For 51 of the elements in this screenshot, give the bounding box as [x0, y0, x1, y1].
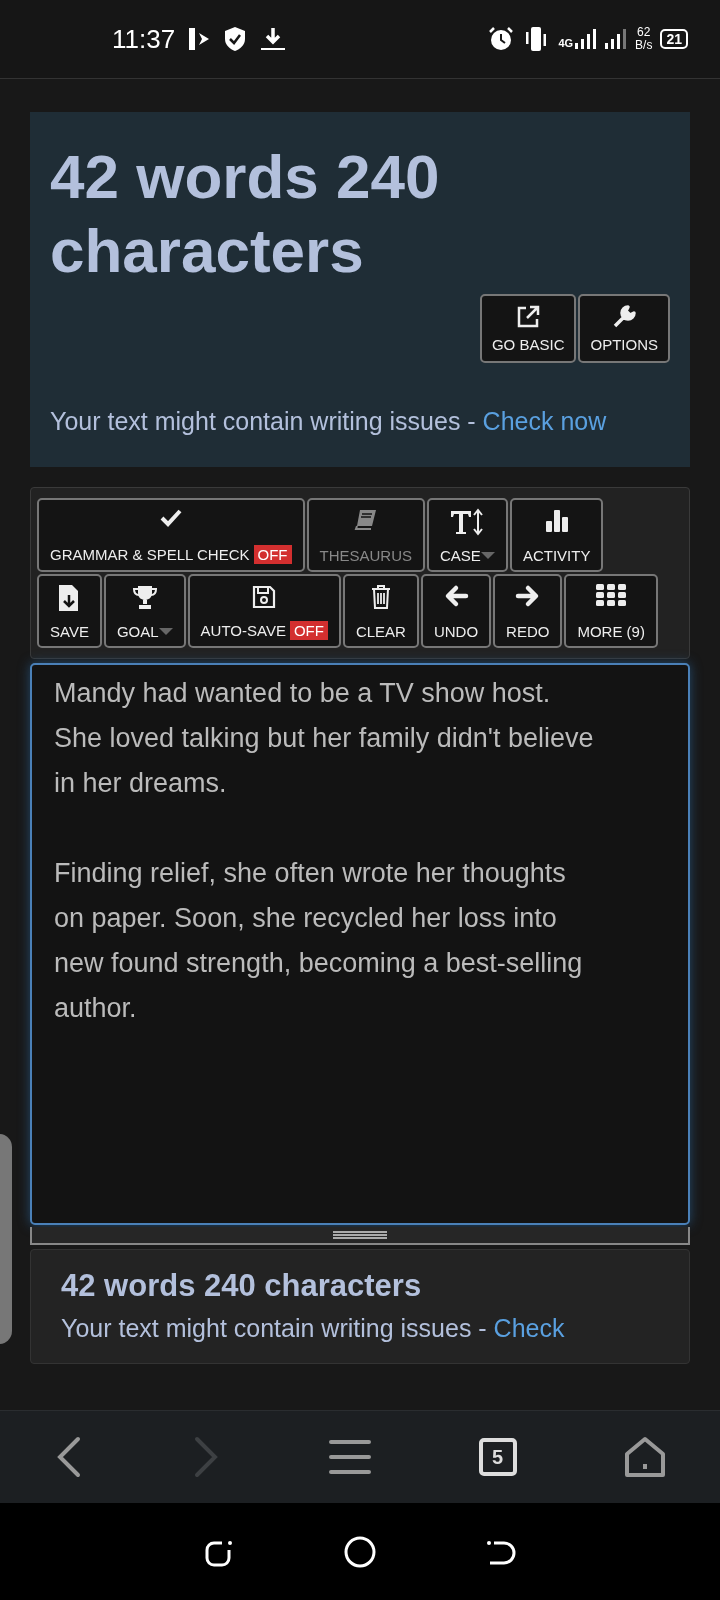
clock-time: 11:37 — [112, 23, 176, 55]
signal-icon — [575, 29, 598, 49]
bar-chart-icon — [543, 508, 570, 532]
menu-button[interactable] — [329, 1439, 371, 1475]
resize-handle[interactable] — [30, 1227, 690, 1245]
header-button[interactable]: GO BASIC — [479, 294, 577, 363]
trash-icon — [369, 584, 392, 610]
editor-paragraph: Finding relief, she often wrote her thoughts on paper. Soon, she recycled her loss into new found strength, becoming a best-selling author. — [54, 857, 584, 1025]
toolbar-button[interactable]: SAVE — [37, 574, 102, 648]
external-link-icon — [515, 304, 542, 330]
left-arrow-icon — [443, 584, 469, 608]
network-speed: 62 — [637, 26, 651, 39]
toolbar-button[interactable]: CLEAR — [342, 574, 419, 648]
trophy-icon — [130, 584, 159, 610]
network-type: 4G — [558, 37, 574, 49]
toolbar-button[interactable]: GOAL — [103, 574, 186, 648]
writing-issues-notice: Your text might contain writing issues - Check — [61, 1314, 566, 1343]
battery-indicator: 21 — [660, 29, 688, 49]
toolbar-button[interactable]: UNDO — [420, 574, 492, 648]
download-icon — [259, 26, 288, 52]
off-badge: OFF — [289, 621, 328, 640]
toolbar-button[interactable]: CASE — [427, 498, 508, 572]
alarm-clock-icon — [488, 26, 515, 52]
home-button[interactable] — [624, 1436, 667, 1478]
dropdown-caret-icon — [158, 627, 173, 636]
dropdown-caret-icon — [480, 551, 495, 560]
checkmark-icon — [158, 508, 183, 528]
book-icon — [353, 508, 378, 530]
check-now-link[interactable]: Check now — [482, 407, 607, 435]
shield-check-icon — [223, 25, 248, 53]
toolbar-button[interactable]: ACTIVITY — [509, 498, 604, 572]
header-button[interactable]: OPTIONS — [578, 294, 670, 363]
check-link[interactable]: Check — [493, 1314, 565, 1342]
toolbar-button[interactable]: GRAMMAR & SPELL CHECK OFF — [37, 498, 305, 572]
grid-icon — [596, 584, 627, 606]
tab-count-button[interactable]: 5 — [478, 1438, 517, 1476]
editor-paragraph: Mandy had wanted to be a TV show host. She loved talking but her family didn't believe in her dreams. — [54, 677, 595, 800]
word-count-title: 42 words 240 characters — [50, 141, 441, 287]
off-badge: OFF — [253, 545, 292, 564]
right-arrow-icon — [514, 584, 541, 608]
text-editor[interactable] — [30, 663, 690, 1225]
toolbar-button[interactable]: AUTO-SAVE OFF — [187, 574, 341, 648]
speed-unit: B/s — [635, 39, 653, 52]
writing-issues-notice: Your text might contain writing issues - Check now — [50, 406, 608, 437]
home-circle-icon — [343, 1534, 377, 1569]
toolbar-button[interactable]: MORE (9) — [564, 574, 658, 648]
wrench-icon — [611, 304, 638, 330]
signal-icon — [605, 29, 628, 49]
toolbar-button[interactable]: REDO — [493, 574, 563, 648]
word-count-summary: 42 words 240 characters — [61, 1268, 423, 1304]
text-size-icon — [449, 508, 486, 536]
